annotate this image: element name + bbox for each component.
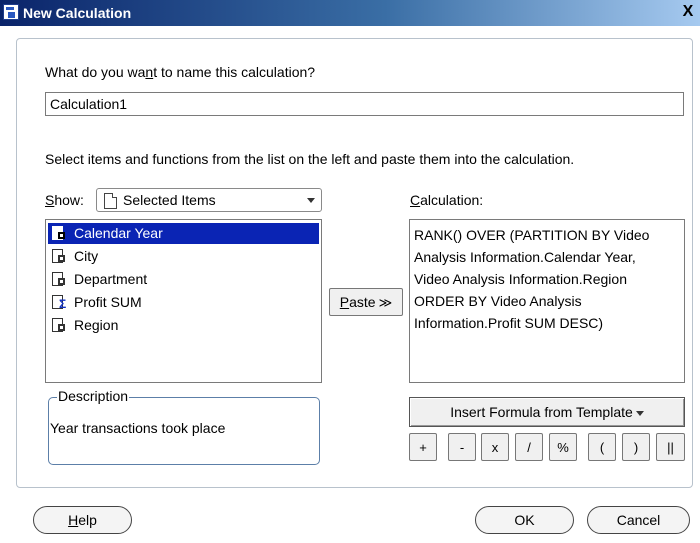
list-item-label: City xyxy=(74,248,99,264)
dimension-item-icon xyxy=(52,272,66,287)
calculation-name-input[interactable] xyxy=(45,92,684,116)
list-item-department[interactable]: Department xyxy=(48,269,319,290)
dimension-item-icon xyxy=(52,226,66,241)
paste-button[interactable]: Paste ≫ xyxy=(329,288,403,316)
operator-concat-button[interactable]: || xyxy=(656,433,685,461)
operator-plus-button[interactable]: + xyxy=(409,433,437,461)
list-item-calendar-year[interactable]: Calendar Year xyxy=(48,223,319,244)
list-item-label: Region xyxy=(74,317,119,333)
operator-divide-button[interactable]: / xyxy=(515,433,543,461)
app-icon xyxy=(3,4,19,20)
calculation-label: Calculation: xyxy=(410,192,484,208)
description-legend: Description xyxy=(57,388,130,404)
title-bar: New Calculation X xyxy=(0,0,700,26)
chevron-down-icon xyxy=(307,198,315,203)
window-title: New Calculation xyxy=(23,5,132,21)
dimension-item-icon xyxy=(52,318,66,333)
insert-formula-template-button[interactable]: Insert Formula from Template xyxy=(409,397,685,427)
measure-sum-icon: Σ xyxy=(52,295,66,310)
description-box: Description Year transactions took place xyxy=(48,388,320,465)
instructions-text: Select items and functions from the list… xyxy=(45,151,575,167)
list-item-region[interactable]: Region xyxy=(48,315,319,336)
ok-button[interactable]: OK xyxy=(475,506,574,534)
list-item-profit-sum[interactable]: Σ Profit SUM xyxy=(48,292,319,313)
list-item-label: Calendar Year xyxy=(74,225,163,241)
operator-multiply-button[interactable]: x xyxy=(481,433,509,461)
list-item-label: Department xyxy=(74,271,148,287)
close-icon[interactable]: X xyxy=(680,3,696,21)
chevron-down-icon xyxy=(635,410,644,416)
calculation-textarea[interactable]: RANK() OVER (PARTITION BY Video Analysis… xyxy=(409,219,685,383)
show-dropdown[interactable]: Selected Items xyxy=(96,188,322,212)
operator-minus-button[interactable]: - xyxy=(448,433,476,461)
description-text: Year transactions took place xyxy=(50,420,226,436)
items-list[interactable]: Calendar Year City Department Σ Profit S… xyxy=(45,219,322,383)
help-button[interactable]: Help xyxy=(33,506,132,534)
show-label: Show: xyxy=(45,192,84,208)
dimension-item-icon xyxy=(52,249,66,264)
cancel-button[interactable]: Cancel xyxy=(587,506,690,534)
operator-percent-button[interactable]: % xyxy=(549,433,577,461)
document-icon xyxy=(104,193,117,209)
show-dropdown-value: Selected Items xyxy=(123,192,216,208)
list-item-label: Profit SUM xyxy=(74,294,142,310)
name-prompt-label: What do you want to name this calculatio… xyxy=(45,64,316,80)
operator-open-paren-button[interactable]: ( xyxy=(588,433,616,461)
chevron-right-icon: ≫ xyxy=(378,294,393,310)
list-item-city[interactable]: City xyxy=(48,246,319,267)
operator-close-paren-button[interactable]: ) xyxy=(622,433,650,461)
